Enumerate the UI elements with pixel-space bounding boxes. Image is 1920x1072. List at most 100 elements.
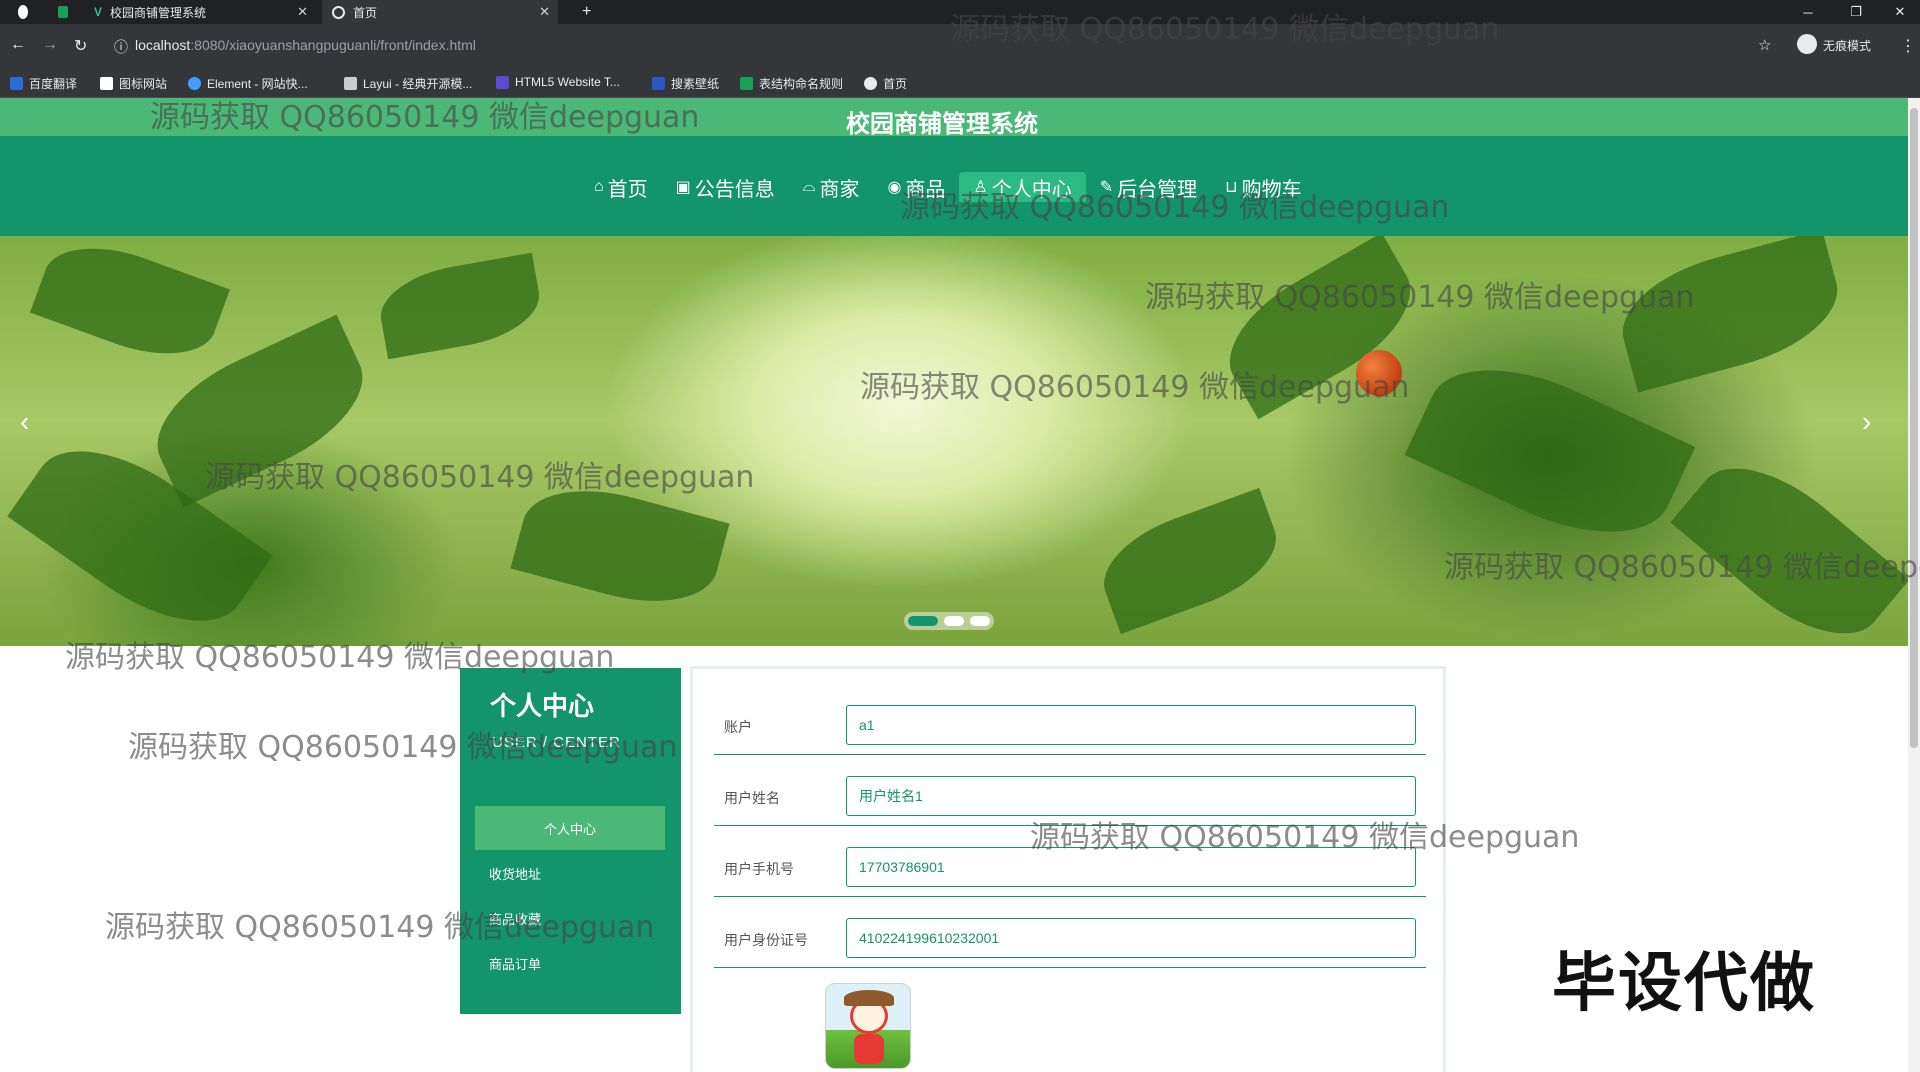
id-card-label: 用户身份证号 bbox=[724, 932, 808, 948]
close-icon[interactable]: ✕ bbox=[297, 4, 308, 20]
leaf-decoration bbox=[1670, 438, 1908, 646]
nav-user-center[interactable]: ♙ 个人中心 bbox=[959, 172, 1086, 202]
nav-merchants[interactable]: ⌓ 商家 bbox=[789, 172, 874, 202]
globe-icon bbox=[332, 5, 345, 19]
carousel-dot[interactable] bbox=[908, 616, 938, 626]
bookmark-item[interactable]: 表结构命名规则 bbox=[740, 75, 843, 92]
notice-icon: ▣ bbox=[675, 179, 691, 196]
cursor-highlight bbox=[1356, 350, 1402, 396]
sidebar-item-orders[interactable]: 商品订单 bbox=[475, 941, 665, 985]
bookmarks-bar: 百度翻译 图标网站 Element - 网站快... Layui - 经典开源模… bbox=[0, 68, 1920, 98]
tab-label: 校园商铺管理系统 bbox=[110, 5, 207, 20]
chevron-right-icon[interactable]: › bbox=[1862, 406, 1871, 438]
bookmark-item[interactable]: 图标网站 bbox=[100, 75, 167, 92]
edit-icon: ✎ bbox=[1099, 179, 1114, 196]
translate-icon bbox=[10, 77, 23, 90]
leaf-decoration bbox=[1090, 487, 1290, 635]
minimize-icon[interactable]: ─ bbox=[1788, 0, 1828, 24]
scroll-thumb[interactable] bbox=[1910, 108, 1918, 748]
overlay-stamp: 毕设代做 bbox=[1552, 947, 1816, 1021]
bookmark-label: 图标网站 bbox=[119, 77, 168, 91]
close-icon[interactable]: ✕ bbox=[539, 4, 550, 20]
url-path: :8080/xiaoyuanshangpuguanli/front/index.… bbox=[190, 37, 476, 53]
site-title: 校园商铺管理系统 bbox=[846, 111, 1038, 138]
user-icon: ♙ bbox=[973, 179, 988, 196]
browser-tab-bar: V 校园商铺管理系统 ✕ 首页 ✕ + ─ ❐ ✕ bbox=[0, 0, 1920, 24]
form-row-id-card: 用户身份证号 bbox=[714, 910, 1426, 968]
element-icon bbox=[188, 77, 201, 90]
banner-carousel: ‹ › bbox=[0, 236, 1908, 646]
carousel-indicators bbox=[904, 612, 994, 630]
bookmark-item[interactable]: Element - 网站快... bbox=[188, 75, 308, 92]
star-icon[interactable]: ☆ bbox=[1758, 36, 1771, 54]
nav-home[interactable]: ⌂ 首页 bbox=[580, 172, 662, 202]
tab-campus-shop[interactable]: V 校园商铺管理系统 ✕ bbox=[84, 0, 316, 24]
bookmark-item[interactable]: Layui - 经典开源模... bbox=[344, 75, 472, 92]
nav-notices[interactable]: ▣ 公告信息 bbox=[662, 172, 789, 202]
name-input[interactable] bbox=[846, 776, 1416, 816]
bookmark-label: 搜素壁纸 bbox=[671, 77, 720, 91]
bookmark-item[interactable]: 百度翻译 bbox=[10, 75, 77, 92]
sidebar-item-address[interactable]: 收货地址 bbox=[475, 851, 665, 895]
page-scrollbar[interactable] bbox=[1908, 98, 1920, 1072]
url-host: localhost bbox=[135, 37, 191, 53]
forward-icon[interactable]: → bbox=[42, 36, 58, 54]
back-icon[interactable]: ← bbox=[10, 36, 26, 54]
nav-products[interactable]: ◉ 商品 bbox=[873, 172, 959, 202]
new-tab-button[interactable]: + bbox=[572, 0, 596, 24]
tab-home[interactable]: 首页 ✕ bbox=[322, 0, 558, 24]
name-label: 用户姓名 bbox=[724, 790, 780, 806]
incognito-icon bbox=[1797, 34, 1817, 54]
nav-admin[interactable]: ✎ 后台管理 bbox=[1086, 172, 1211, 202]
bookmark-label: Layui - 经典开源模... bbox=[363, 77, 473, 91]
tab-label: 首页 bbox=[353, 5, 378, 20]
leaf-decoration bbox=[510, 471, 730, 621]
html5-icon bbox=[496, 75, 509, 89]
close-window-icon[interactable]: ✕ bbox=[1880, 0, 1920, 24]
nav-label: 商品 bbox=[905, 178, 946, 201]
bookmark-label: HTML5 Website T... bbox=[515, 75, 620, 89]
tab-github[interactable] bbox=[8, 0, 38, 24]
phone-input[interactable] bbox=[846, 847, 1416, 887]
profile-form: 账户 用户姓名 用户手机号 用户身份证号 bbox=[690, 666, 1446, 1072]
restore-icon[interactable]: ❐ bbox=[1836, 0, 1876, 24]
nav-cart[interactable]: ⊔ 购物车 bbox=[1211, 172, 1315, 202]
nav-label: 公告信息 bbox=[694, 178, 775, 201]
merchant-icon: ⌓ bbox=[802, 178, 816, 195]
leaf-decoration bbox=[374, 252, 546, 360]
leaf-decoration bbox=[1208, 236, 1432, 420]
account-label: 账户 bbox=[724, 719, 752, 735]
nav-label: 后台管理 bbox=[1117, 178, 1198, 201]
avatar-body bbox=[854, 1034, 884, 1064]
form-row-phone: 用户手机号 bbox=[714, 839, 1426, 897]
cart-icon: ⊔ bbox=[1225, 179, 1238, 196]
bookmark-label: 首页 bbox=[883, 77, 908, 91]
menu-icon[interactable]: ⋮ bbox=[1900, 36, 1916, 56]
reload-icon[interactable]: ↻ bbox=[74, 36, 87, 56]
nav-label: 个人中心 bbox=[991, 178, 1072, 201]
avatar-image[interactable] bbox=[825, 983, 911, 1069]
leaf-decoration bbox=[30, 236, 230, 375]
sidebar-item-favorites[interactable]: 商品收藏 bbox=[475, 896, 665, 940]
bookmark-label: 百度翻译 bbox=[29, 77, 78, 91]
phone-label: 用户手机号 bbox=[724, 861, 794, 877]
sidebar-title: 个人中心 bbox=[490, 691, 595, 721]
profile-label[interactable]: 无痕模式 bbox=[1823, 37, 1871, 54]
url-field[interactable]: localhost:8080/xiaoyuanshangpuguanli/fro… bbox=[135, 37, 476, 53]
github-icon bbox=[18, 5, 28, 19]
carousel-dot[interactable] bbox=[970, 616, 990, 626]
info-icon[interactable]: ⓘ bbox=[114, 37, 128, 57]
account-input[interactable] bbox=[846, 705, 1416, 745]
bookmark-item[interactable]: HTML5 Website T... bbox=[496, 75, 620, 89]
sidebar-item-user-center[interactable]: 个人中心 bbox=[475, 806, 665, 850]
nav-label: 商家 bbox=[819, 178, 860, 201]
user-center-sidebar: 个人中心 USER / CENTER 个人中心 收货地址 商品收藏 商品订单 bbox=[460, 668, 681, 1014]
id-card-input[interactable] bbox=[846, 918, 1416, 958]
leaf-decoration bbox=[1609, 236, 1851, 393]
bookmark-item[interactable]: 搜素壁纸 bbox=[652, 75, 719, 92]
chevron-left-icon[interactable]: ‹ bbox=[20, 406, 29, 438]
bookmark-item[interactable]: 首页 bbox=[864, 75, 907, 92]
main-nav: ⌂ 首页 ▣ 公告信息 ⌓ 商家 ◉ 商品 ♙ 个人中心 ✎ 后台管理 ⊔ 购物车 bbox=[0, 136, 1908, 236]
tab-app[interactable] bbox=[48, 0, 78, 24]
carousel-dot[interactable] bbox=[944, 616, 964, 626]
